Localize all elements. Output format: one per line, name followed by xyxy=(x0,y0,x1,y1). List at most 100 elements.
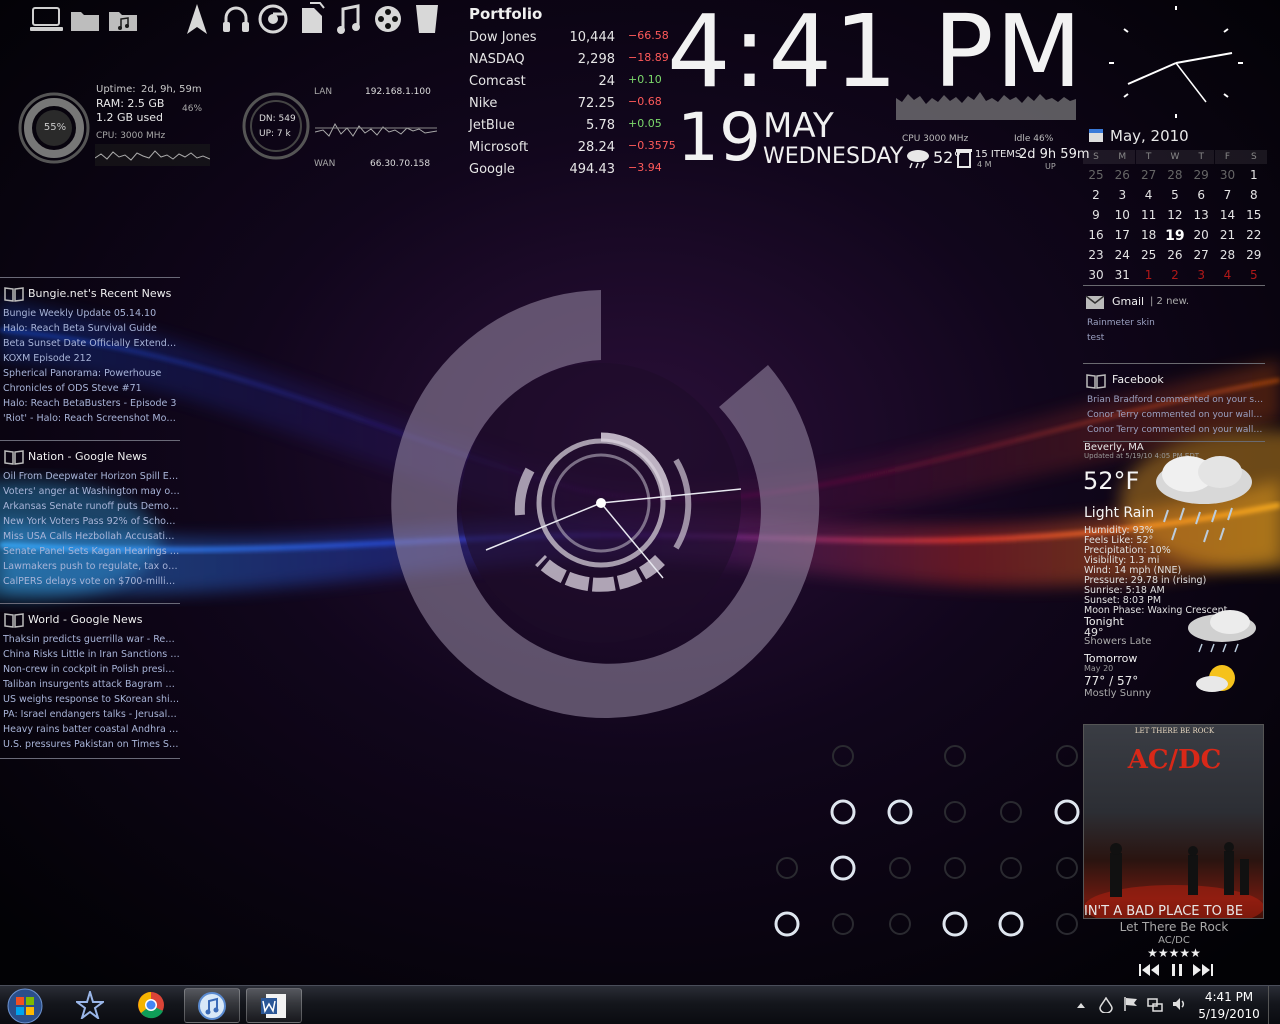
reel-icon[interactable] xyxy=(373,4,403,34)
feed-title[interactable]: Bungie.net's Recent News xyxy=(28,287,171,300)
feed-item[interactable]: Senate Panel Sets Kagan Hearings - Washi… xyxy=(3,546,180,557)
calendar-day[interactable]: 26 xyxy=(1109,168,1135,182)
calendar-day[interactable]: 15 xyxy=(1241,208,1267,222)
feed-item[interactable]: CalPERS delays vote on $700-million inve… xyxy=(3,576,180,587)
start-orb[interactable] xyxy=(5,987,45,1024)
calendar-day[interactable]: 23 xyxy=(1083,248,1109,262)
network-drop-icon[interactable] xyxy=(1099,997,1113,1013)
calendar-day[interactable]: 2 xyxy=(1162,268,1188,282)
calendar-day[interactable]: 28 xyxy=(1215,248,1241,262)
document-icon[interactable] xyxy=(300,2,326,34)
facebook-title[interactable]: Facebook xyxy=(1112,373,1164,386)
calendar-day[interactable]: 27 xyxy=(1188,248,1214,262)
feed-item[interactable]: US weighs response to SKorean ship sinki… xyxy=(3,694,180,705)
feed-item[interactable]: PA: Israel endangers talks - Jerusalem P… xyxy=(3,709,180,720)
calendar-day[interactable]: 1 xyxy=(1241,168,1267,182)
feed-item[interactable]: Arkansas Senate runoff puts Democrats on… xyxy=(3,501,180,512)
feed-item[interactable]: Voters' anger at Washington may overpowe… xyxy=(3,486,180,497)
feed-item[interactable]: Halo: Reach BetaBusters - Episode 3 xyxy=(3,398,180,409)
facebook-item[interactable]: Conor Terry commented on your wall post. xyxy=(1087,425,1265,435)
calendar-day[interactable]: 28 xyxy=(1162,168,1188,182)
calendar-day[interactable]: 31 xyxy=(1109,268,1135,282)
feed-item[interactable]: Non-crew in cockpit in Polish president'… xyxy=(3,664,180,675)
recycle-bin-icon[interactable] xyxy=(413,2,441,34)
show-desktop-button[interactable] xyxy=(1268,986,1280,1024)
calendar-day[interactable]: 13 xyxy=(1188,208,1214,222)
chrome-taskbar-button[interactable] xyxy=(123,988,179,1023)
calendar-day[interactable]: 12 xyxy=(1162,208,1188,222)
calendar-day[interactable]: 14 xyxy=(1215,208,1241,222)
previous-track-icon[interactable] xyxy=(1139,964,1161,976)
feed-item[interactable]: China Risks Little in Iran Sanctions - W… xyxy=(3,649,180,660)
feed-item[interactable]: Chronicles of ODS Steve #71 xyxy=(3,383,180,394)
feed-item[interactable]: Taliban insurgents attack Bagram airbase xyxy=(3,679,180,690)
feed-title[interactable]: Nation - Google News xyxy=(28,450,147,463)
rocketdock-icon[interactable] xyxy=(185,3,209,35)
chrome-icon[interactable] xyxy=(258,4,288,34)
tray-date[interactable]: 5/19/2010 xyxy=(1194,1007,1264,1021)
calendar-day[interactable]: 18 xyxy=(1136,228,1162,242)
calendar-day[interactable]: 9 xyxy=(1083,208,1109,222)
calendar-day[interactable]: 7 xyxy=(1215,188,1241,202)
calendar-day[interactable]: 29 xyxy=(1188,168,1214,182)
calendar-day[interactable]: 10 xyxy=(1109,208,1135,222)
feed-item[interactable]: Heavy rains batter coastal Andhra as cyc… xyxy=(3,724,180,735)
calendar-day[interactable]: 25 xyxy=(1083,168,1109,182)
pause-icon[interactable] xyxy=(1171,964,1183,976)
feed-item[interactable]: Beta Sunset Date Officially Extended! xyxy=(3,338,180,349)
calendar-day[interactable]: 24 xyxy=(1109,248,1135,262)
itunes-taskbar-button[interactable] xyxy=(184,988,240,1023)
music-folder-icon[interactable] xyxy=(108,8,138,32)
rocketdock-taskbar-button[interactable] xyxy=(62,988,118,1023)
feed-title[interactable]: World - Google News xyxy=(28,613,143,626)
feed-item[interactable]: Spherical Panorama: Powerhouse xyxy=(3,368,180,379)
gmail-title[interactable]: Gmail xyxy=(1112,295,1144,308)
folder-icon[interactable] xyxy=(70,8,100,32)
calendar-day[interactable]: 2 xyxy=(1083,188,1109,202)
calendar-day[interactable]: 30 xyxy=(1215,168,1241,182)
calendar-day[interactable]: 5 xyxy=(1241,268,1267,282)
calendar-day[interactable]: 26 xyxy=(1162,248,1188,262)
feed-item[interactable]: Miss USA Calls Hezbollah Accusations Hur… xyxy=(3,531,180,542)
calendar-day[interactable]: 16 xyxy=(1083,228,1109,242)
calendar-day[interactable]: 3 xyxy=(1188,268,1214,282)
computer-icon[interactable] xyxy=(30,6,64,32)
word-taskbar-button[interactable] xyxy=(246,988,302,1023)
calendar-day[interactable]: 1 xyxy=(1136,268,1162,282)
headphones-icon[interactable] xyxy=(222,4,250,34)
feed-item[interactable]: Lawmakers push to regulate, tax online g… xyxy=(3,561,180,572)
calendar-day[interactable]: 4 xyxy=(1136,188,1162,202)
feed-item[interactable]: 'Riot' - Halo: Reach Screenshot Montage xyxy=(3,413,180,424)
feed-item[interactable]: Bungie Weekly Update 05.14.10 xyxy=(3,308,180,319)
feed-item[interactable]: U.S. pressures Pakistan on Times Square … xyxy=(3,739,180,750)
gmail-item[interactable]: Rainmeter skin xyxy=(1087,318,1265,328)
calendar-day[interactable]: 19 xyxy=(1162,228,1188,244)
feed-item[interactable]: New York Voters Pass 92% of School Distr… xyxy=(3,516,180,527)
tray-time[interactable]: 4:41 PM xyxy=(1194,990,1264,1004)
feed-item[interactable]: KOXM Episode 212 xyxy=(3,353,180,364)
facebook-item[interactable]: Brian Bradford commented on your status. xyxy=(1087,395,1265,405)
calendar-day[interactable]: 8 xyxy=(1241,188,1267,202)
volume-icon[interactable] xyxy=(1172,996,1188,1012)
feed-item[interactable]: Oil From Deepwater Horizon Spill Enters … xyxy=(3,471,180,482)
calendar-day[interactable]: 22 xyxy=(1241,228,1267,242)
calendar-day[interactable]: 6 xyxy=(1188,188,1214,202)
network-status-icon[interactable] xyxy=(1147,996,1163,1012)
calendar-day[interactable]: 5 xyxy=(1162,188,1188,202)
next-track-icon[interactable] xyxy=(1193,964,1215,976)
music-note-icon[interactable] xyxy=(334,3,362,35)
gmail-item[interactable]: test xyxy=(1087,333,1265,343)
calendar-day[interactable]: 21 xyxy=(1215,228,1241,242)
rating-stars[interactable]: ★★★★★ xyxy=(1084,946,1264,960)
calendar-day[interactable]: 20 xyxy=(1188,228,1214,242)
calendar-day[interactable]: 11 xyxy=(1136,208,1162,222)
calendar-day[interactable]: 29 xyxy=(1241,248,1267,262)
action-center-flag-icon[interactable] xyxy=(1123,996,1139,1012)
calendar-day[interactable]: 27 xyxy=(1136,168,1162,182)
calendar-day[interactable]: 17 xyxy=(1109,228,1135,242)
calendar-day[interactable]: 3 xyxy=(1109,188,1135,202)
calendar-day[interactable]: 4 xyxy=(1215,268,1241,282)
feed-item[interactable]: Halo: Reach Beta Survival Guide xyxy=(3,323,180,334)
facebook-item[interactable]: Conor Terry commented on your wall post. xyxy=(1087,410,1265,420)
calendar-day[interactable]: 25 xyxy=(1136,248,1162,262)
